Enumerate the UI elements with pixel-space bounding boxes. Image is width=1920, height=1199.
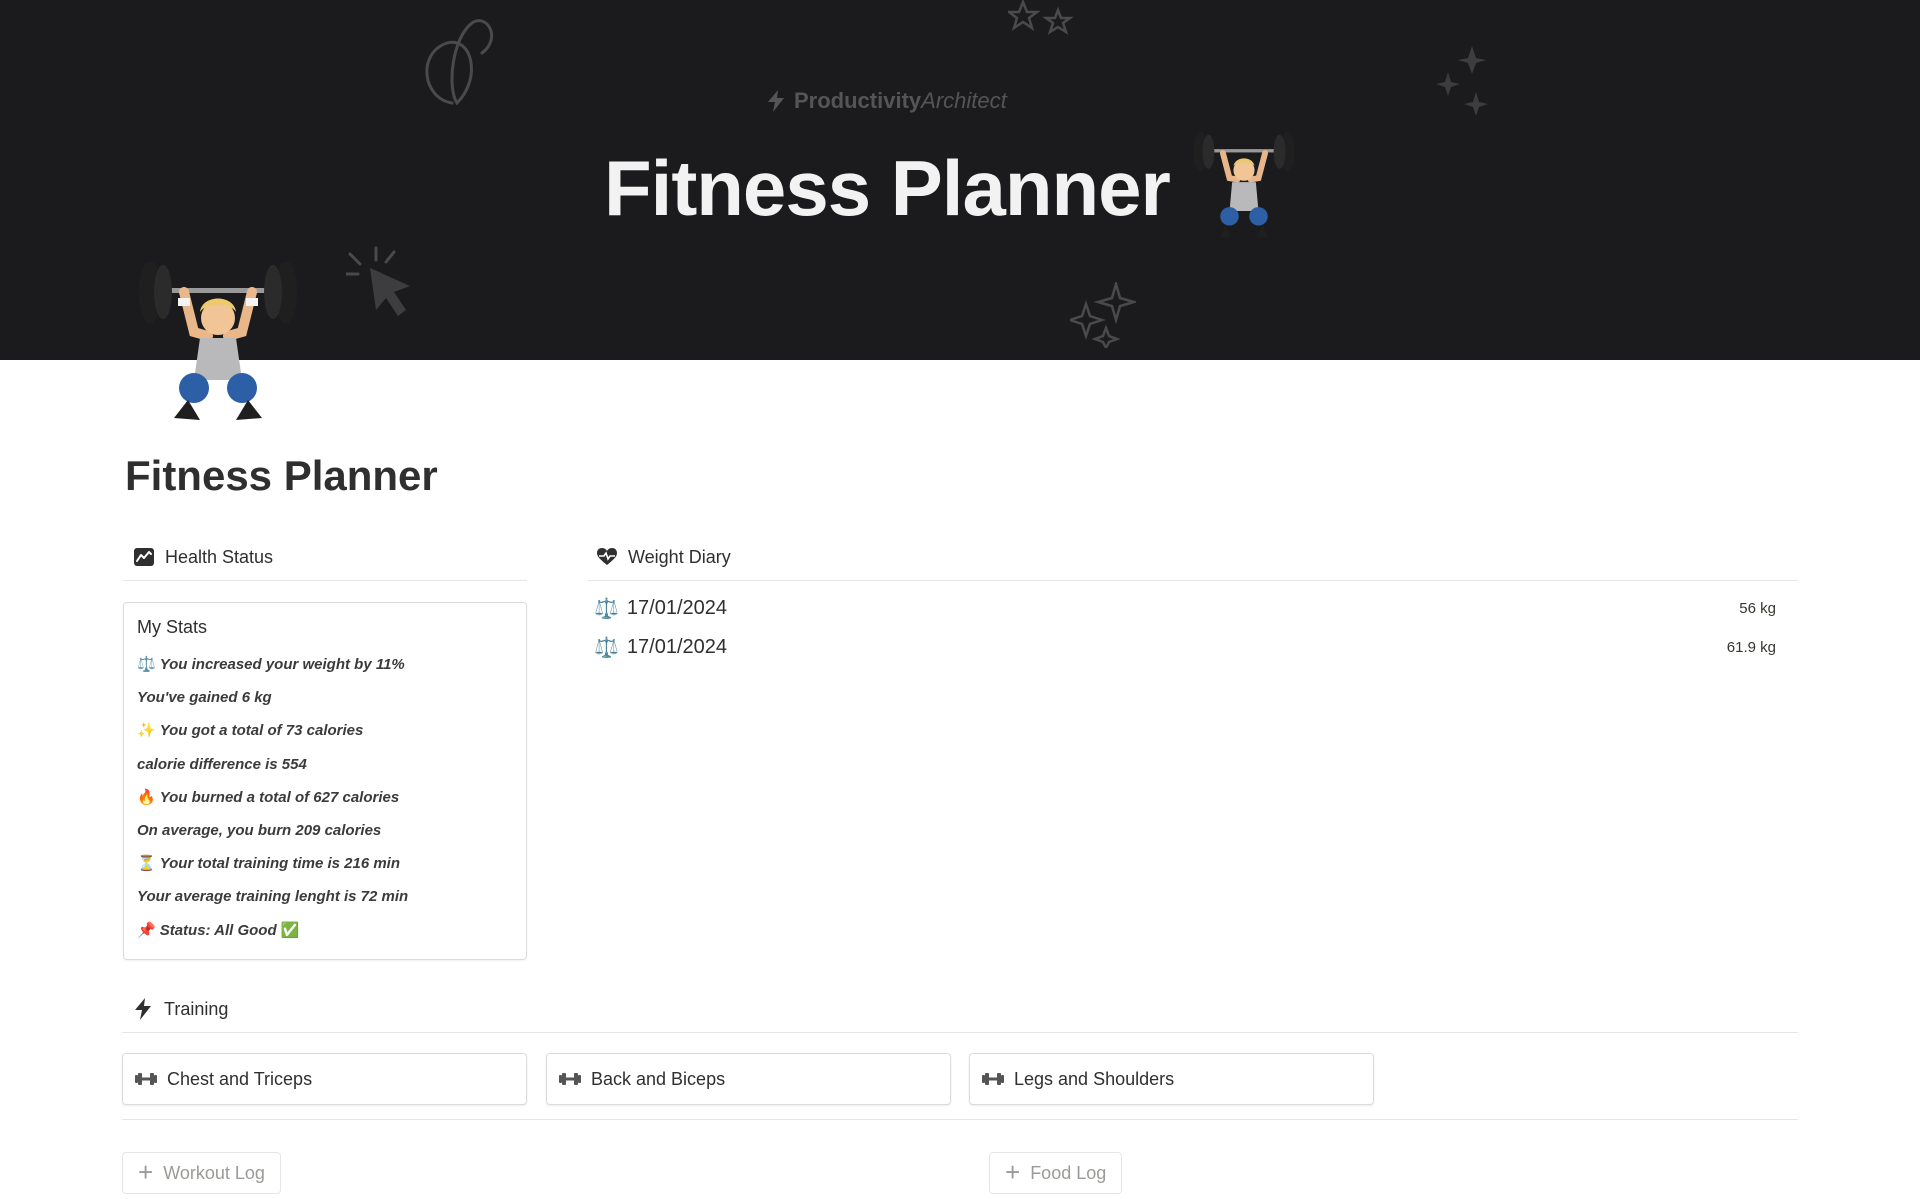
- fire-icon: 🔥: [137, 788, 156, 806]
- sparkles-icon: ✨: [137, 722, 156, 740]
- button-label: Food Log: [1030, 1162, 1107, 1183]
- lightning-icon: [768, 90, 784, 112]
- cover-title-text: Fitness Planner: [604, 143, 1171, 232]
- chest-triceps-button[interactable]: Chest and Triceps: [122, 1053, 527, 1105]
- loop-doodle-icon: [425, 19, 494, 106]
- diary-entry[interactable]: ⚖️ 17/01/2024 61.9 kg: [594, 628, 1784, 666]
- diary-entry[interactable]: ⚖️ 17/01/2024 56 kg: [594, 589, 1784, 627]
- scale-icon: ⚖️: [594, 597, 619, 620]
- stat-average-training: Your average training lenght is 72 min: [137, 888, 409, 906]
- cursor-click-icon: [346, 246, 410, 316]
- my-stats-title: My Stats: [137, 617, 208, 637]
- weightlifter-icon: [1193, 132, 1295, 238]
- stat-weight-increase: ⚖️ You increased your weight by 11%: [137, 656, 405, 673]
- plus-icon: +: [1005, 1156, 1021, 1187]
- training-title: Training: [164, 998, 229, 1019]
- health-status-title: Health Status: [165, 546, 274, 567]
- pushpin-icon: 📌: [137, 921, 156, 939]
- weightlifter-icon[interactable]: [138, 262, 298, 432]
- button-label: Legs and Shoulders: [1014, 1068, 1175, 1089]
- diary-date: 17/01/2024: [626, 596, 728, 619]
- training-header: Training: [122, 998, 1798, 1033]
- brand-logo: ProductivityArchitect: [768, 88, 1007, 114]
- workout-log-button[interactable]: + Workout Log: [122, 1152, 281, 1194]
- plus-icon: +: [138, 1156, 154, 1187]
- button-label: Workout Log: [163, 1162, 265, 1183]
- check-mark-icon: ✅: [280, 921, 300, 939]
- my-stats-card: My Stats ⚖️ You increased your weight by …: [123, 602, 527, 960]
- weight-diary-header: Weight Diary: [588, 546, 1798, 581]
- weight-diary-title: Weight Diary: [628, 546, 731, 567]
- health-status-header: Health Status: [123, 546, 527, 581]
- brand-secondary: Architect: [921, 88, 1007, 113]
- lightning-icon: [132, 998, 154, 1020]
- chart-icon: [133, 546, 155, 568]
- diary-weight: 61.9 kg: [1726, 638, 1776, 656]
- stars-doodle-icon: [1008, 0, 1074, 35]
- stat-training-time: ⏳ Your total training time is 216 min: [137, 855, 401, 873]
- button-label: Back and Biceps: [591, 1068, 726, 1089]
- stat-status: 📌 Status: All Good ✅: [137, 921, 300, 939]
- heart-pulse-icon: [596, 546, 618, 568]
- scale-icon: ⚖️: [594, 636, 619, 659]
- stat-calories-burned: 🔥 You burned a total of 627 calories: [137, 788, 400, 806]
- back-biceps-button[interactable]: Back and Biceps: [546, 1053, 951, 1105]
- button-label: Chest and Triceps: [167, 1068, 313, 1089]
- dumbbell-icon: [559, 1073, 581, 1085]
- scale-icon: ⚖️: [137, 656, 156, 673]
- brand-primary: Productivity: [794, 88, 922, 113]
- divider: [122, 1119, 1798, 1120]
- page-title: Fitness Planner: [125, 452, 438, 499]
- diary-date: 17/01/2024: [626, 635, 728, 658]
- legs-shoulders-button[interactable]: Legs and Shoulders: [969, 1053, 1374, 1105]
- sparkles-outline-icon: [1070, 282, 1136, 348]
- stat-calories-total: ✨ You got a total of 73 calories: [137, 722, 364, 740]
- food-log-button[interactable]: + Food Log: [989, 1152, 1123, 1194]
- stat-weight-gained: You've gained 6 kg: [137, 689, 272, 707]
- dumbbell-icon: [982, 1073, 1004, 1085]
- cover-title: Fitness Planner: [604, 132, 1300, 244]
- sparkle-doodle-icon: [1436, 46, 1488, 116]
- dumbbell-icon: [135, 1073, 157, 1085]
- hourglass-icon: ⏳: [137, 855, 156, 873]
- stat-calorie-difference: calorie difference is 554: [137, 755, 307, 773]
- diary-weight: 56 kg: [1739, 599, 1776, 617]
- stat-average-burn: On average, you burn 209 calories: [137, 821, 382, 839]
